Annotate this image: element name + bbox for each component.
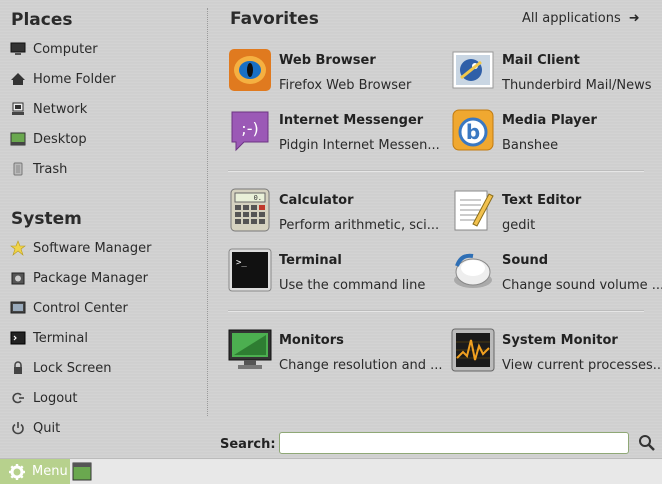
system-title: System [11,209,82,229]
app-name: Monitors [279,333,344,348]
bottom-panel: Menu [0,458,662,484]
separator [228,310,644,312]
system-item-control-center[interactable]: Control Center [10,297,200,319]
svg-text:b: b [466,120,480,144]
places-item-label: Desktop [33,131,87,147]
app-description: Change resolution and ... [279,358,443,373]
menu-button[interactable]: Menu [0,459,70,484]
places-item-desktop[interactable]: Desktop [10,128,200,150]
application-menu: Places Computer Home Folder Network Desk… [0,0,662,458]
app-internet-messenger[interactable]: ;-) Internet Messenger Pidgin Internet M… [228,108,440,158]
app-description: gedit [502,218,536,233]
app-name: Internet Messenger [279,113,424,128]
app-system-monitor[interactable]: System Monitor View current processes... [451,328,662,378]
system-item-lock-screen[interactable]: Lock Screen [10,357,200,379]
menu-label: Menu [32,464,68,479]
logout-icon [10,390,26,406]
search-input[interactable] [279,432,629,454]
software-manager-icon [10,240,26,256]
app-text-editor[interactable]: Text Editor gedit [451,188,661,238]
app-calculator[interactable]: 0. Calculator Perform arithmetic, sci... [228,188,440,238]
app-terminal[interactable]: >_ Terminal Use the command line [228,248,438,298]
firefox-icon [228,48,272,92]
system-item-label: Lock Screen [33,360,112,376]
places-item-trash[interactable]: Trash [10,158,200,180]
system-item-package-manager[interactable]: Package Manager [10,267,200,289]
gear-icon [8,463,26,481]
pane-divider [207,8,208,416]
monitors-icon [228,328,272,372]
pidgin-icon: ;-) [228,108,272,152]
svg-text:;-): ;-) [241,119,258,138]
search-icon[interactable] [638,434,656,452]
places-item-home-folder[interactable]: Home Folder [10,68,200,90]
calculator-icon: 0. [228,188,272,232]
app-description: Banshee [502,138,559,153]
svg-text:0.: 0. [254,194,262,202]
places-item-computer[interactable]: Computer [10,38,200,60]
app-name: Mail Client [502,53,580,68]
power-icon [10,420,26,436]
show-desktop-button[interactable] [72,462,92,481]
app-description: Change sound volume ... [502,278,662,293]
lock-icon [10,360,26,376]
terminal-icon: >_ [228,248,272,292]
app-description: Perform arithmetic, sci... [279,218,440,233]
all-applications-label: All applications [522,11,621,26]
computer-icon [10,41,26,57]
app-sound[interactable]: Sound Change sound volume ... [451,248,662,298]
app-name: Sound [502,253,549,268]
places-item-label: Computer [33,41,98,57]
svg-text:>_: >_ [236,258,247,268]
system-item-software-manager[interactable]: Software Manager [10,237,200,259]
places-item-label: Network [33,101,88,117]
app-name: Web Browser [279,53,376,68]
system-item-label: Control Center [33,300,128,316]
control-center-icon [10,300,26,316]
network-icon [10,101,26,117]
banshee-icon: b [451,108,495,152]
sound-icon [451,248,495,292]
system-item-terminal[interactable]: Terminal [10,327,200,349]
text-editor-icon [451,188,495,232]
package-manager-icon [10,270,26,286]
system-item-logout[interactable]: Logout [10,387,200,409]
system-item-label: Logout [33,390,78,406]
places-item-label: Home Folder [33,71,116,87]
terminal-icon [10,330,26,346]
favorites-title: Favorites [230,9,319,29]
system-item-label: Quit [33,420,61,436]
desktop-icon [10,131,26,147]
app-description: Use the command line [279,278,426,293]
system-item-quit[interactable]: Quit [10,417,200,439]
thunderbird-icon [451,48,495,92]
system-item-label: Package Manager [33,270,149,286]
places-title: Places [11,10,73,30]
app-description: Pidgin Internet Messen... [279,138,440,153]
system-monitor-icon [451,328,495,372]
app-name: Terminal [279,253,342,268]
home-icon [10,71,26,87]
places-item-label: Trash [33,161,68,177]
separator [228,170,644,172]
app-description: View current processes... [502,358,662,373]
all-applications-button[interactable]: All applications ➜ [522,11,640,26]
app-web-browser[interactable]: Web Browser Firefox Web Browser [228,48,438,98]
left-pane: Places Computer Home Folder Network Desk… [0,0,207,458]
trash-icon [10,161,26,177]
arrow-right-icon: ➜ [628,11,640,26]
app-mail-client[interactable]: Mail Client Thunderbird Mail/News [451,48,661,98]
app-description: Thunderbird Mail/News [502,78,652,93]
app-description: Firefox Web Browser [279,78,412,93]
app-monitors[interactable]: Monitors Change resolution and ... [228,328,443,378]
app-name: Media Player [502,113,597,128]
places-item-network[interactable]: Network [10,98,200,120]
app-name: Text Editor [502,193,582,208]
system-item-label: Software Manager [33,240,152,256]
app-media-player[interactable]: b Media Player Banshee [451,108,661,158]
search-label: Search: [220,437,276,452]
app-name: System Monitor [502,333,618,348]
app-name: Calculator [279,193,354,208]
system-item-label: Terminal [33,330,88,346]
